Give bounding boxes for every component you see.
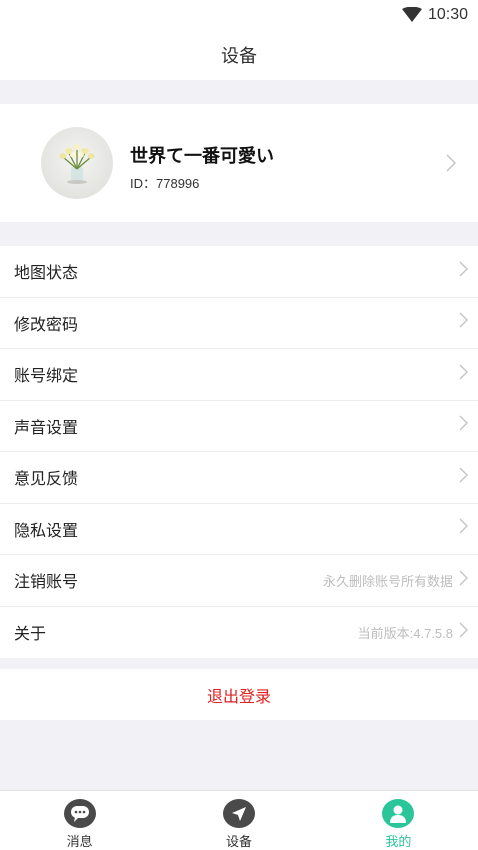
menu-item-label: 关于 bbox=[14, 626, 47, 644]
menu-item-label: 修改密码 bbox=[14, 316, 79, 334]
menu-item-account-binding[interactable]: 账号绑定 bbox=[0, 349, 478, 401]
settings-menu: 地图状态 修改密码 账号绑定 声音设置 意见反馈 隐私设置 注销账号 永久删除账… bbox=[0, 246, 478, 658]
menu-item-hint: 永久删除账号所有数据 bbox=[322, 573, 453, 589]
tab-label: 我的 bbox=[385, 834, 412, 849]
flower-vase-avatar bbox=[59, 144, 95, 184]
chevron-right-icon bbox=[459, 467, 468, 488]
tab-mine[interactable]: 我的 bbox=[319, 791, 478, 850]
menu-item-delete-account[interactable]: 注销账号 永久删除账号所有数据 bbox=[0, 555, 478, 607]
menu-item-label: 声音设置 bbox=[14, 419, 79, 437]
chevron-right-icon bbox=[459, 518, 468, 539]
profile-card[interactable]: 世界て一番可愛い ID：778996 bbox=[0, 104, 478, 222]
menu-item-sound-settings[interactable]: 声音设置 bbox=[0, 401, 478, 452]
tab-devices[interactable]: 设备 bbox=[159, 791, 318, 850]
menu-item-privacy-settings[interactable]: 隐私设置 bbox=[0, 504, 478, 555]
page-header: 设备 bbox=[0, 30, 478, 80]
chevron-right-icon bbox=[459, 622, 468, 643]
chevron-right-icon bbox=[459, 312, 468, 333]
user-icon bbox=[382, 799, 415, 828]
profile-id: ID：778996 bbox=[130, 176, 200, 191]
menu-item-feedback[interactable]: 意见反馈 bbox=[0, 452, 478, 504]
wifi-icon bbox=[401, 7, 422, 23]
avatar bbox=[41, 127, 113, 199]
menu-item-label: 意见反馈 bbox=[14, 471, 79, 489]
profile-name: 世界て一番可愛い bbox=[130, 146, 274, 166]
menu-item-label: 隐私设置 bbox=[14, 522, 79, 540]
status-bar: 10:30 bbox=[0, 0, 478, 30]
tab-label: 设备 bbox=[225, 834, 252, 849]
tab-messages[interactable]: 消息 bbox=[0, 791, 159, 850]
chevron-right-icon bbox=[459, 261, 468, 282]
menu-item-change-password[interactable]: 修改密码 bbox=[0, 298, 478, 349]
chevron-right-icon bbox=[446, 154, 457, 177]
menu-item-label: 账号绑定 bbox=[14, 368, 79, 386]
menu-item-label: 注销账号 bbox=[14, 574, 79, 592]
logout-label: 退出登录 bbox=[206, 688, 271, 706]
chevron-right-icon bbox=[459, 415, 468, 436]
message-icon bbox=[63, 799, 96, 828]
menu-item-map-status[interactable]: 地图状态 bbox=[0, 246, 478, 298]
tab-label: 消息 bbox=[66, 834, 93, 849]
chevron-right-icon bbox=[459, 570, 468, 591]
version-text: 当前版本:4.7.5.8 bbox=[357, 625, 453, 641]
menu-item-about[interactable]: 关于 当前版本:4.7.5.8 bbox=[0, 607, 478, 659]
navigation-icon bbox=[222, 799, 255, 828]
menu-item-label: 地图状态 bbox=[14, 265, 79, 283]
page-title: 设备 bbox=[221, 46, 257, 66]
chevron-right-icon bbox=[459, 364, 468, 385]
status-time: 10:30 bbox=[427, 6, 468, 23]
logout-button[interactable]: 退出登录 bbox=[0, 669, 478, 720]
bottom-tab-bar: 消息 设备 我的 bbox=[0, 790, 478, 850]
